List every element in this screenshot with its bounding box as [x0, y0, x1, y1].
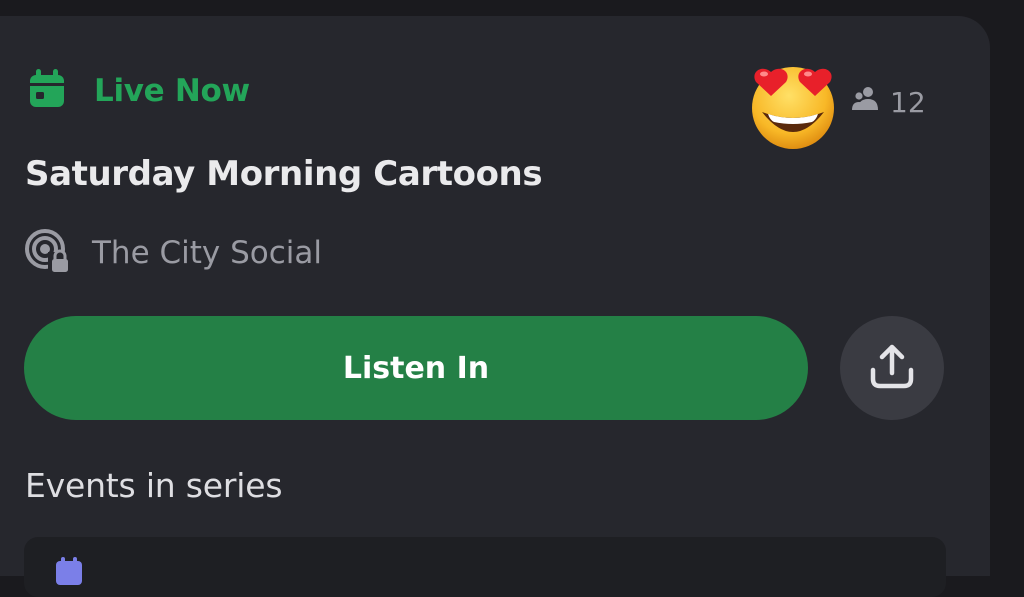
live-status-label: Live Now — [94, 73, 250, 109]
calendar-icon — [54, 557, 84, 591]
location-row: The City Social — [24, 228, 322, 278]
series-event-item[interactable] — [24, 537, 946, 597]
calendar-icon — [26, 68, 68, 114]
attendee-count: 12 — [852, 86, 926, 119]
share-icon — [869, 344, 915, 393]
event-title: Saturday Morning Cartoons — [25, 154, 543, 194]
share-button[interactable] — [840, 316, 944, 420]
attendee-count-value: 12 — [890, 86, 926, 119]
stage-channel-locked-icon — [24, 228, 72, 278]
status-row: Live Now — [26, 68, 250, 114]
event-card: Live Now 12 Saturday Morning Cartoons Th… — [0, 16, 990, 597]
heart-eyes-emoji-icon — [748, 60, 838, 150]
events-in-series-heading: Events in series — [25, 466, 283, 505]
people-icon — [852, 86, 880, 119]
event-location[interactable]: The City Social — [92, 235, 322, 271]
listen-in-button[interactable]: Listen In — [24, 316, 808, 420]
